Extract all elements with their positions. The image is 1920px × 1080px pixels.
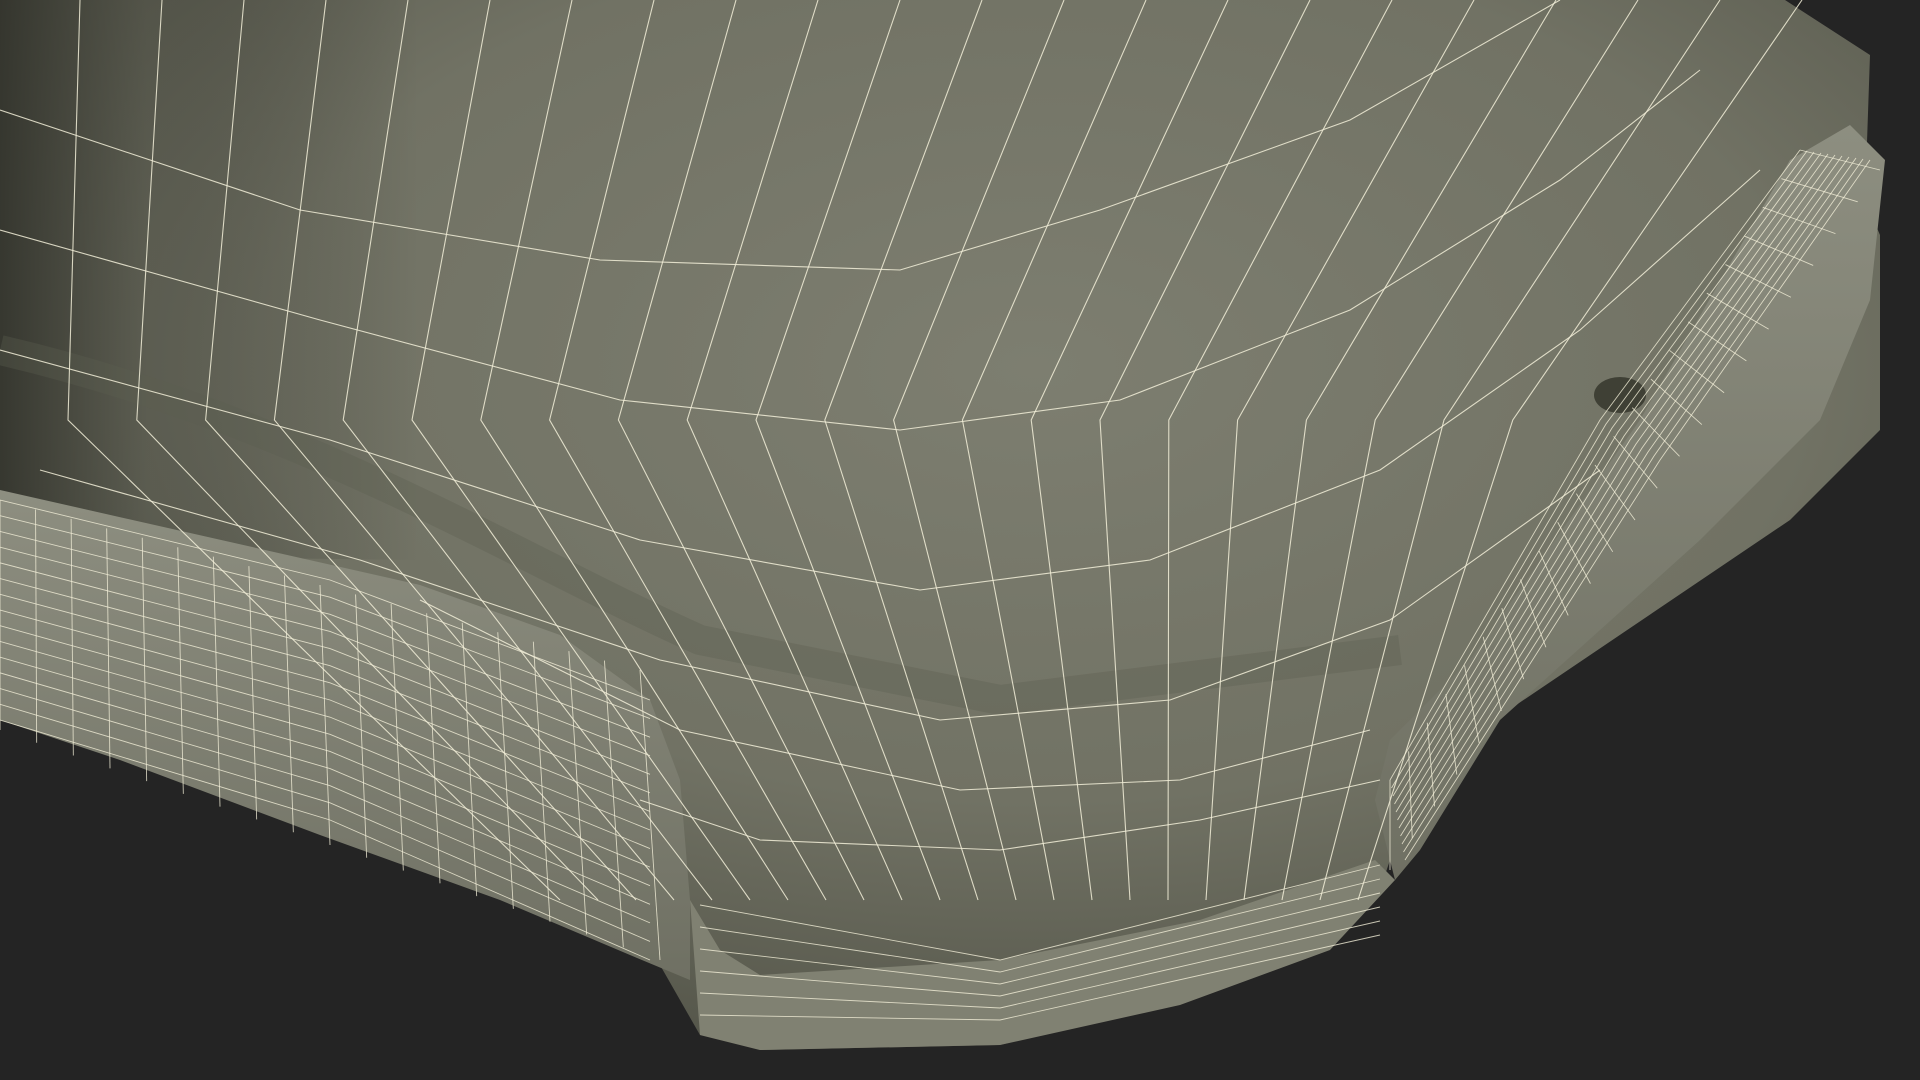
handle-notch [1594, 377, 1646, 413]
wireframe-render [0, 0, 1885, 1050]
render-viewport [0, 0, 1920, 1080]
